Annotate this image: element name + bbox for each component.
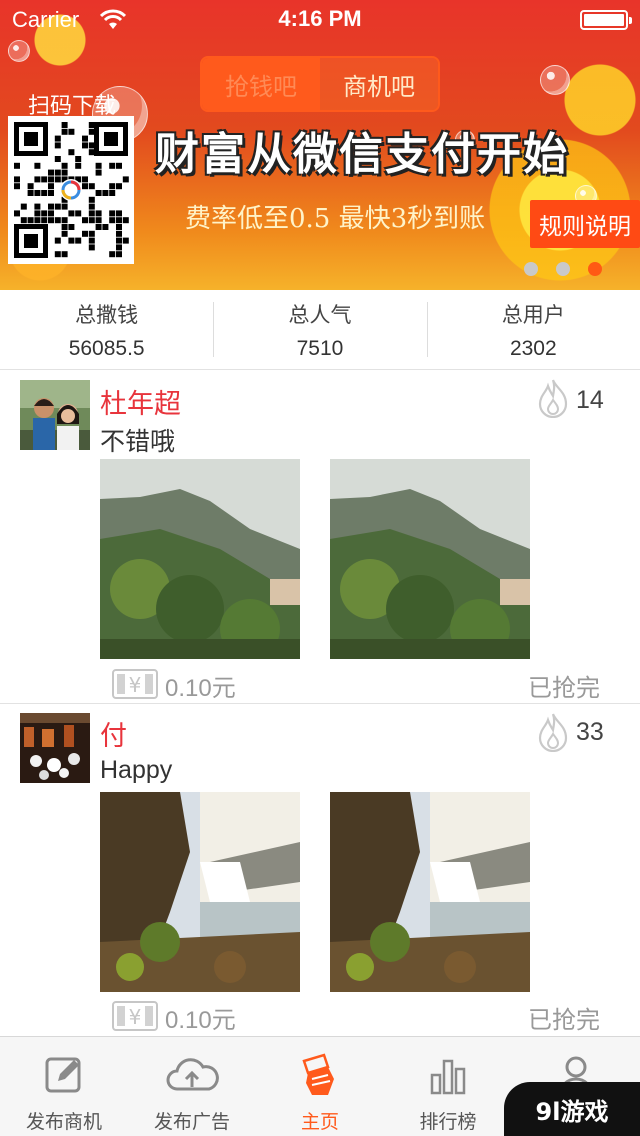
tab-home[interactable]: 主页 xyxy=(256,1037,384,1136)
avatar[interactable] xyxy=(20,380,90,450)
post-image[interactable] xyxy=(330,792,530,992)
stat-label: 总撒钱 xyxy=(75,302,139,327)
svg-text:¥: ¥ xyxy=(129,1005,142,1029)
stat-label: 总用户 xyxy=(501,302,565,327)
heat-count: 14 xyxy=(576,386,604,414)
fire-icon xyxy=(538,379,568,418)
carousel-dot[interactable] xyxy=(556,262,570,276)
stat-total-popularity: 总人气 7510 xyxy=(213,290,426,369)
post-text: 不错哦 xyxy=(100,428,176,456)
carousel-dot-active[interactable] xyxy=(588,262,602,276)
post-username[interactable]: 付 xyxy=(100,714,127,753)
tab-label: 主页 xyxy=(300,1111,339,1133)
tab-label: 发布商机 xyxy=(25,1111,102,1133)
tab-ranking[interactable]: 排行榜 xyxy=(384,1037,512,1136)
stat-total-users: 总用户 2302 xyxy=(426,290,640,369)
promo-banner[interactable]: Carrier 4:16 PM 抢钱吧 商机吧 扫码下载 财富从微信支付开始 费… xyxy=(0,0,640,290)
red-packet-amount: 0.10元 xyxy=(165,1007,236,1034)
heat-count: 33 xyxy=(576,718,604,746)
battery-icon xyxy=(580,10,632,30)
stat-value: 2302 xyxy=(509,336,557,360)
avatar[interactable] xyxy=(20,713,90,783)
post-image[interactable] xyxy=(100,459,300,659)
tab-publish-business[interactable]: 发布商机 xyxy=(0,1037,128,1136)
edit-icon xyxy=(45,1057,81,1093)
post-image[interactable] xyxy=(100,792,300,992)
status-bar: Carrier 4:16 PM xyxy=(0,0,640,40)
grab-status: 已抢完 xyxy=(528,1006,600,1034)
banner-subslogan: 费率低至0.5 最快3秒到账 xyxy=(185,204,486,234)
segment-grab-money[interactable]: 抢钱吧 xyxy=(202,58,320,110)
money-icon: ¥ xyxy=(112,1001,158,1031)
post-text: Happy xyxy=(100,756,173,784)
stats-bar: 总撒钱 56085.5 总人气 7510 总用户 2302 xyxy=(0,290,640,370)
fist-money-icon xyxy=(302,1053,334,1095)
segmented-control[interactable]: 抢钱吧 商机吧 xyxy=(200,56,440,112)
post-image[interactable] xyxy=(330,459,530,659)
stat-value: 7510 xyxy=(296,336,344,360)
fire-icon xyxy=(538,713,568,752)
watermark-logo: 9l游戏 xyxy=(504,1082,640,1136)
stat-total-money: 总撒钱 56085.5 xyxy=(0,290,213,369)
rules-button[interactable]: 规则说明 xyxy=(530,200,640,248)
money-icon: ¥ xyxy=(112,669,158,699)
grab-status: 已抢完 xyxy=(528,674,600,702)
bar-chart-icon xyxy=(430,1059,466,1095)
segment-business[interactable]: 商机吧 xyxy=(320,58,438,110)
post-card[interactable]: 杜年超 14 不错哦 ¥ 0.10元 已抢完 xyxy=(0,370,640,703)
red-packet-amount: 0.10元 xyxy=(165,675,236,702)
carousel-dot[interactable] xyxy=(524,262,538,276)
banner-slogan: 财富从微信支付开始 xyxy=(155,129,569,180)
tab-label: 排行榜 xyxy=(419,1111,477,1133)
stat-value: 56085.5 xyxy=(68,336,145,360)
carousel-indicator[interactable] xyxy=(524,262,602,276)
stat-label: 总人气 xyxy=(288,302,352,327)
tab-publish-ad[interactable]: 发布广告 xyxy=(128,1037,256,1136)
clock: 4:16 PM xyxy=(278,6,362,31)
tab-label: 发布广告 xyxy=(153,1111,230,1133)
post-username[interactable]: 杜年超 xyxy=(100,382,181,421)
svg-text:¥: ¥ xyxy=(129,673,142,697)
post-card[interactable]: 付 33 Happy ¥ 0.10元 已抢完 xyxy=(0,704,640,1036)
cloud-upload-icon xyxy=(166,1058,219,1091)
qr-code xyxy=(8,116,134,264)
